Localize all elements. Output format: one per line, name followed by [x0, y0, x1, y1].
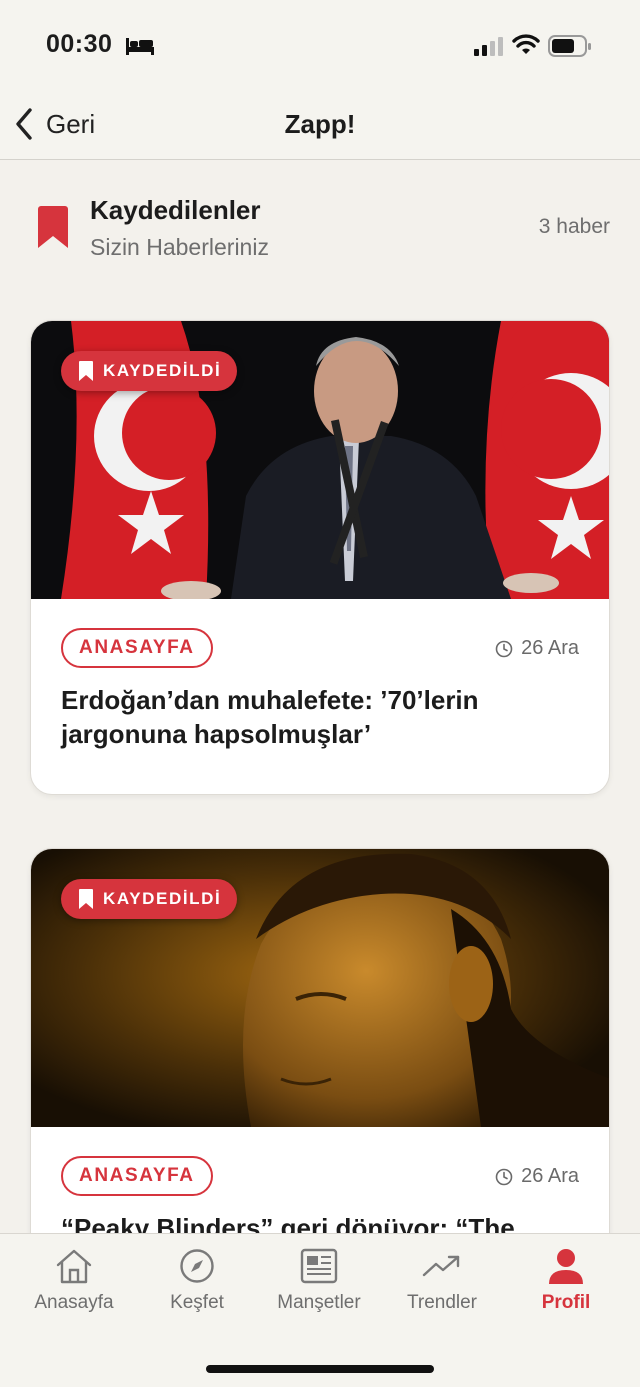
- saved-feed[interactable]: Kaydedilenler Sizin Haberleriniz 3 haber: [0, 160, 640, 1233]
- home-indicator: [206, 1365, 434, 1373]
- article-date-text: 26 Ara: [521, 637, 579, 659]
- clock-icon: [495, 1168, 513, 1185]
- clock-icon: [495, 640, 513, 657]
- bookmark-icon: [79, 889, 93, 909]
- tab-kesfet[interactable]: Keşfet: [133, 1234, 261, 1324]
- saved-badge: KAYDEDİLDİ: [61, 351, 238, 391]
- tab-label: Anasayfa: [34, 1292, 114, 1313]
- bed-icon: [126, 38, 154, 55]
- wifi-icon: [512, 34, 540, 54]
- battery-icon: [548, 35, 591, 57]
- section-subtitle: Sizin Haberleriniz: [90, 234, 269, 260]
- compass-icon: [180, 1249, 214, 1283]
- person-icon: [549, 1249, 583, 1284]
- tab-mansetler[interactable]: Manşetler: [255, 1234, 383, 1324]
- status-bar: 00:30: [0, 0, 640, 90]
- tab-anasayfa[interactable]: Anasayfa: [10, 1234, 138, 1324]
- tab-profil[interactable]: Profil: [502, 1234, 630, 1324]
- saved-badge: KAYDEDİLDİ: [61, 879, 238, 919]
- tab-label: Manşetler: [277, 1292, 361, 1313]
- article-date-text: 26 Ara: [521, 1165, 579, 1187]
- category-tag[interactable]: ANASAYFA: [61, 1156, 213, 1196]
- article-title[interactable]: Erdoğan’dan muhalefete: ’70’lerin jargon…: [61, 683, 581, 751]
- newspaper-icon: [300, 1248, 338, 1284]
- article-title[interactable]: “Peaky Blinders” geri dönüyor: “The: [61, 1211, 581, 1233]
- bookmark-icon: [38, 206, 68, 248]
- bookmark-icon: [79, 361, 93, 381]
- section-title: Kaydedilenler: [90, 195, 261, 225]
- tab-bar: Anasayfa Keşfet Manşetler Trendler Profi…: [0, 1233, 640, 1387]
- tab-trendler[interactable]: Trendler: [378, 1234, 506, 1324]
- category-tag[interactable]: ANASAYFA: [61, 628, 213, 668]
- tab-label: Trendler: [406, 1292, 478, 1313]
- article-image: KAYDEDİLDİ: [31, 849, 609, 1127]
- page-title: Zapp!: [284, 109, 356, 139]
- article-card[interactable]: KAYDEDİLDİ ANASAYFA 26 Ara “Peaky Blinde…: [30, 848, 610, 1233]
- article-image: KAYDEDİLDİ: [31, 321, 609, 599]
- navigation-bar: Geri Zapp!: [0, 90, 640, 160]
- article-date: 26 Ara: [495, 637, 579, 660]
- section-header: Kaydedilenler Sizin Haberleriniz 3 haber: [0, 190, 640, 270]
- tab-label: Keşfet: [170, 1292, 224, 1313]
- saved-badge-label: KAYDEDİLDİ: [103, 361, 222, 380]
- home-icon: [56, 1249, 92, 1284]
- signal-icon: [474, 37, 503, 56]
- article-date: 26 Ara: [495, 1165, 579, 1188]
- tab-label: Profil: [541, 1292, 591, 1313]
- saved-badge-label: KAYDEDİLDİ: [103, 889, 222, 908]
- status-time: 00:30: [46, 30, 113, 58]
- article-card[interactable]: KAYDEDİLDİ ANASAYFA 26 Ara Erdoğan’dan m…: [30, 320, 610, 795]
- trending-icon: [422, 1255, 460, 1277]
- saved-count: 3 haber: [538, 215, 610, 238]
